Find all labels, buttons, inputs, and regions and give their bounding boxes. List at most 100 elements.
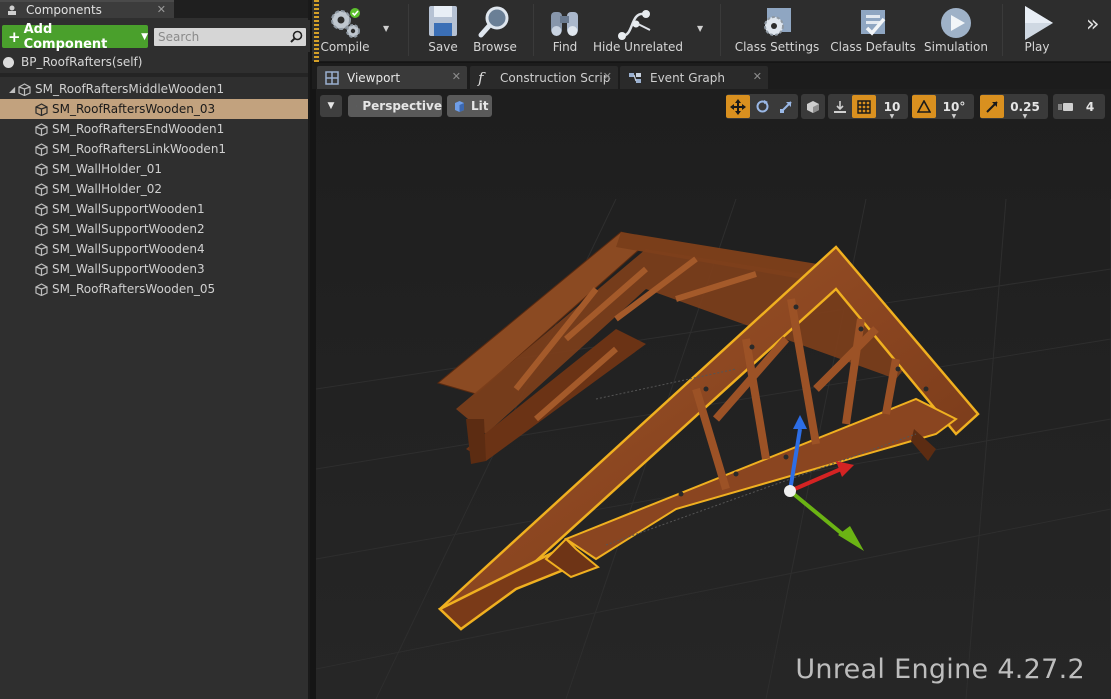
tree-item[interactable]: SM_WallSupportWooden3 [0,259,308,279]
binoculars-icon [551,12,578,36]
node-graph-icon [618,10,651,40]
save-button[interactable]: Save [420,0,466,58]
expand-arrow-icon[interactable]: ◢ [9,85,18,94]
grid-snap-value[interactable]: 10 ▼ [876,95,908,120]
tree-item[interactable]: SM_WallSupportWooden4 [0,239,308,259]
rotation-snap-value[interactable]: 10° ▼ [936,95,972,120]
camera-speed-group[interactable]: 4 [1053,94,1105,119]
toolbar-grip[interactable] [314,0,319,62]
find-label: Find [552,40,578,54]
tree-item-label: SM_RoofRaftersMiddleWooden1 [35,82,225,96]
viewport-grid-icon [325,70,339,85]
view-mode-button[interactable]: Perspective [348,95,442,117]
compile-button[interactable]: Compile [320,0,370,58]
static-mesh-icon [35,122,48,136]
grid-snap-toggle[interactable] [852,95,876,118]
self-icon [3,56,14,68]
search-input[interactable] [154,29,284,45]
tree-item[interactable]: SM_WallHolder_01 [0,159,308,179]
component-tree: ◢ SM_RoofRaftersMiddleWooden1 SM_RoofRafte… [0,79,308,299]
hide-unrelated-label: Hide Unrelated [593,40,684,54]
search-box[interactable] [154,28,306,46]
tab-viewport[interactable]: Viewport ✕ [317,66,467,89]
world-cube-icon [807,100,819,113]
self-item-label: BP_RoofRafters(self) [21,55,143,69]
chevron-down-icon: ▼ [951,112,957,120]
tree-item[interactable]: SM_RoofRaftersLinkWooden1 [0,139,308,159]
tree-item-label: SM_WallHolder_02 [52,182,162,196]
move-icon [730,98,746,115]
find-button[interactable]: Find [542,0,588,58]
tree-item-label: SM_RoofRaftersEndWooden1 [52,122,225,136]
class-defaults-button[interactable]: Class Defaults [830,0,916,58]
scale-snap-icon [986,100,998,113]
tree-item[interactable]: SM_WallHolder_02 [0,179,308,199]
static-mesh-icon [35,242,48,256]
close-icon[interactable]: ✕ [157,3,166,16]
editor-tab-bar: Viewport ✕ f Construction Scrip ✕ Event … [312,63,1111,89]
play-button[interactable]: Play [1012,0,1062,58]
self-component-item[interactable]: BP_RoofRafters(self) [0,53,308,71]
search-icon[interactable] [290,30,303,43]
scale-icon [780,100,792,113]
scale-snap-value[interactable]: 0.25 ▼ [1004,95,1046,120]
play-icon [1025,6,1053,40]
magnifier-icon [478,6,509,38]
transform-mode-group [726,94,798,119]
scale-snap-toggle[interactable] [980,95,1004,118]
surface-snap-icon [834,100,846,113]
close-icon[interactable]: ✕ [603,70,612,83]
compile-options-caret-icon[interactable]: ▼ [383,24,389,33]
tab-viewport-label: Viewport [347,70,401,85]
static-mesh-icon [35,162,48,176]
components-tab[interactable]: Components ✕ [0,0,174,18]
viewport-options-button[interactable]: ▼ [320,95,342,117]
static-mesh-icon [35,102,48,116]
add-component-label: Add Component [23,21,108,52]
tab-event-graph[interactable]: Event Graph ✕ [620,66,768,89]
tree-item-label: SM_WallSupportWooden3 [52,262,205,276]
lighting-mode-label: Lit [471,99,489,113]
add-component-button[interactable]: + Add Component ▼ [2,22,148,52]
scale-mode-button[interactable] [774,95,798,118]
rotate-mode-button[interactable] [750,95,774,118]
tree-item[interactable]: SM_WallSupportWooden2 [0,219,308,239]
close-icon[interactable]: ✕ [753,70,762,83]
tree-item-label: SM_RoofRaftersWooden_05 [52,282,216,296]
tree-item[interactable]: SM_RoofRaftersWooden_03 [0,99,308,119]
tab-event-graph-label: Event Graph [650,70,725,85]
camera-speed-button[interactable] [1053,95,1079,118]
tree-item[interactable]: SM_RoofRaftersEndWooden1 [0,119,308,139]
rotation-snap-toggle[interactable] [912,95,936,118]
translate-mode-button[interactable] [726,95,750,118]
coordinate-space-button[interactable] [801,94,825,119]
class-settings-icon [764,8,791,36]
chevron-down-icon: ▼ [141,31,148,42]
compile-gears-icon [331,8,360,38]
close-icon[interactable]: ✕ [452,70,461,83]
browse-label: Browse [473,40,517,54]
class-settings-button[interactable]: Class Settings [734,0,820,58]
class-settings-label: Class Settings [734,40,820,54]
hide-unrelated-caret-icon[interactable]: ▼ [697,24,703,33]
surface-snap-button[interactable] [828,95,852,118]
camera-icon [1058,102,1073,111]
simulation-button[interactable]: Simulation [924,0,988,58]
toolbar-separator [720,4,721,56]
lighting-mode-button[interactable]: Lit [447,95,492,117]
function-icon: f [478,68,484,87]
browse-button[interactable]: Browse [472,0,518,58]
static-mesh-icon [35,142,48,156]
save-icon [429,6,457,36]
tab-strip [174,0,308,18]
viewport[interactable]: ▼ Perspective Lit 10 ▼ 10° ▼ 0.25 ▼ 4 Un… [316,89,1111,699]
toolbar-overflow-icon[interactable]: » [1086,12,1099,37]
tree-item[interactable]: ◢ SM_RoofRaftersMiddleWooden1 [0,79,308,99]
tab-construction-script[interactable]: f Construction Scrip ✕ [470,66,618,89]
gizmo-pivot[interactable] [784,485,796,497]
hide-unrelated-button[interactable]: Hide Unrelated [593,0,683,58]
tree-item[interactable]: SM_WallSupportWooden1 [0,199,308,219]
viewport-scene[interactable] [316,89,1111,699]
tree-item[interactable]: SM_RoofRaftersWooden_05 [0,279,308,299]
tree-item-label: SM_RoofRaftersWooden_03 [52,102,216,116]
